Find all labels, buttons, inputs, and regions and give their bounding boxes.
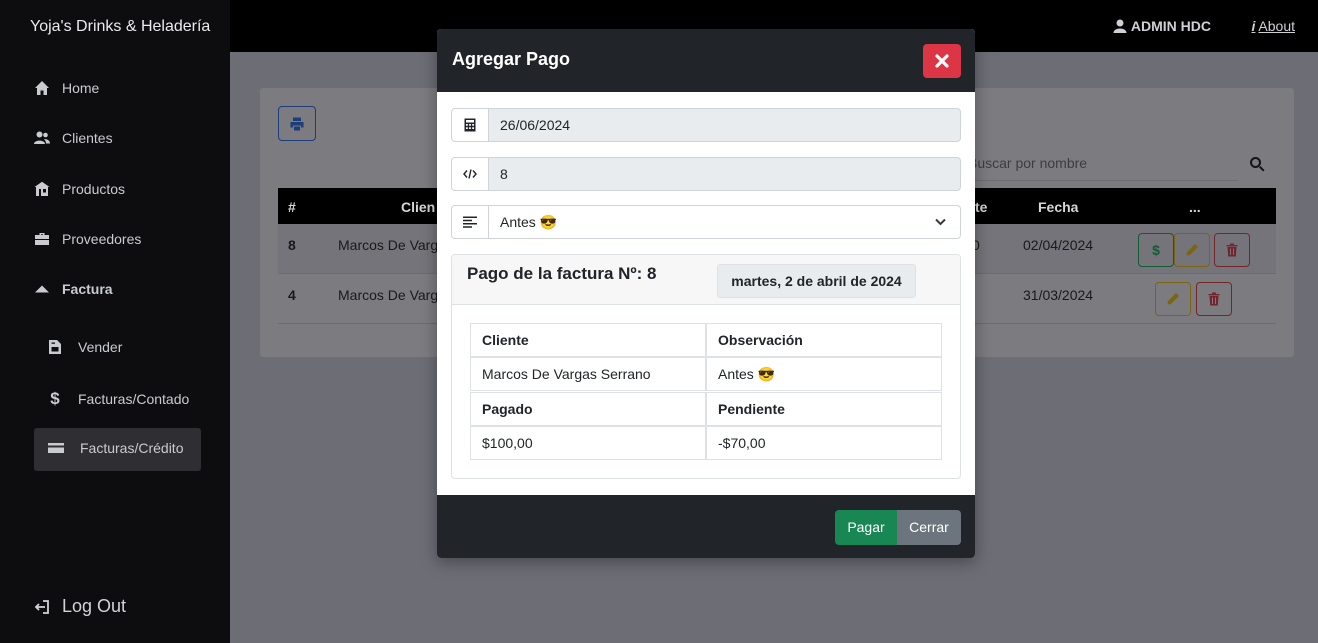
dollar-icon: $ xyxy=(1152,242,1160,258)
edit-button[interactable] xyxy=(1174,233,1210,267)
logout-icon xyxy=(34,599,49,614)
cell-num: 8 xyxy=(288,237,296,253)
user-menu[interactable]: ADMIN HDC xyxy=(1113,18,1211,34)
user-icon xyxy=(1113,19,1127,33)
sidebar-item-label: Clientes xyxy=(62,130,113,146)
code-icon xyxy=(451,157,489,191)
search-input[interactable]: Buscar por nombre xyxy=(968,155,1238,181)
sidebar-item-label: Home xyxy=(62,80,100,96)
sidebar-item-proveedores[interactable]: Proveedores xyxy=(34,231,141,247)
trash-icon xyxy=(1226,243,1238,257)
sidebar-item-home[interactable]: Home xyxy=(34,80,99,96)
store-icon xyxy=(34,181,50,196)
delete-button[interactable] xyxy=(1196,282,1232,316)
sidebar-item-facturas-contado[interactable]: $ Facturas/Contado xyxy=(48,389,189,409)
sidebar-item-label: Factura xyxy=(62,281,113,297)
calculator-icon xyxy=(451,108,489,142)
paid-header: Pagado xyxy=(470,392,706,426)
column-header-actions: ... xyxy=(1189,199,1201,215)
align-left-icon xyxy=(451,205,489,239)
dollar-icon: $ xyxy=(50,389,60,408)
credit-card-icon xyxy=(48,443,64,453)
cell-date: 31/03/2024 xyxy=(1023,287,1094,303)
edit-button[interactable] xyxy=(1155,282,1191,316)
trash-icon xyxy=(1208,292,1220,306)
invoice-code-field[interactable]: 8 xyxy=(489,157,961,191)
logout-label: Log Out xyxy=(62,596,127,616)
info-icon: i xyxy=(1251,18,1256,34)
sidebar-item-label: Vender xyxy=(78,339,123,355)
cell-client: Marcos De Varg xyxy=(338,287,439,303)
sidebar-item-productos[interactable]: Productos xyxy=(34,181,125,197)
cell-date: 02/04/2024 xyxy=(1023,237,1094,253)
sidebar-item-label: Proveedores xyxy=(62,231,142,247)
briefcase-icon xyxy=(35,233,49,245)
column-header-amount: te xyxy=(975,199,988,215)
pencil-icon xyxy=(1167,293,1179,305)
column-header-num: # xyxy=(288,199,296,215)
print-button[interactable] xyxy=(278,106,316,141)
search-icon[interactable] xyxy=(1249,156,1265,175)
client-header: Cliente xyxy=(470,323,706,357)
sidebar-item-facturas-credito[interactable]: Facturas/Crédito xyxy=(48,440,183,456)
observation-selected-value: Antes 😎 xyxy=(500,214,558,230)
pay-button[interactable]: Pagar xyxy=(835,510,897,545)
modal-title: Agregar Pago xyxy=(452,49,571,69)
add-payment-modal: Agregar Pago 26/06/2024 8 Antes 😎 Pago d… xyxy=(437,29,975,558)
invoice-summary-card: Pago de la factura Nº: 8 martes, 2 de ab… xyxy=(451,254,961,479)
column-header-client: Clien xyxy=(401,199,436,215)
sidebar-item-label: Facturas/Contado xyxy=(78,391,190,407)
payment-date-field[interactable]: 26/06/2024 xyxy=(489,108,961,142)
caret-up-icon xyxy=(35,285,49,293)
invoice-summary-header: Pago de la factura Nº: 8 martes, 2 de ab… xyxy=(452,255,960,305)
pencil-icon xyxy=(1186,244,1198,256)
observation-value: Antes 😎 xyxy=(706,357,942,391)
close-modal-button[interactable] xyxy=(923,44,961,78)
cell-num: 4 xyxy=(288,287,296,303)
print-icon xyxy=(290,117,304,130)
about-label: About xyxy=(1258,18,1295,34)
file-invoice-icon xyxy=(49,340,61,354)
modal-header: Agregar Pago xyxy=(437,29,975,92)
pending-header: Pendiente xyxy=(706,392,942,426)
modal-footer: Pagar Cerrar xyxy=(437,495,975,558)
column-header-date: Fecha xyxy=(1038,199,1079,215)
sidebar-item-label: Productos xyxy=(62,181,126,197)
close-icon xyxy=(935,54,949,68)
date-input-group: 26/06/2024 xyxy=(451,108,961,142)
about-link[interactable]: i About xyxy=(1252,18,1295,34)
observation-input-group: Antes 😎 xyxy=(451,205,961,239)
brand-title[interactable]: Yoja's Drinks & Heladería xyxy=(0,0,230,52)
sidebar-item-clientes[interactable]: Clientes xyxy=(34,130,113,146)
pending-value: -$70,00 xyxy=(706,426,942,460)
observation-header: Observación xyxy=(706,323,942,357)
cell-client: Marcos De Varg xyxy=(338,237,439,253)
invoice-date-badge: martes, 2 de abril de 2024 xyxy=(717,264,916,298)
client-value: Marcos De Vargas Serrano xyxy=(470,357,706,391)
logout-button[interactable]: Log Out xyxy=(34,596,126,617)
sidebar: Yoja's Drinks & Heladería Home Clientes … xyxy=(0,0,230,643)
sidebar-item-label: Facturas/Crédito xyxy=(80,440,184,456)
observation-select[interactable]: Antes 😎 xyxy=(489,205,961,239)
sidebar-item-factura[interactable]: Factura xyxy=(34,281,113,297)
invoice-title: Pago de la factura Nº: 8 xyxy=(467,264,657,283)
user-name: ADMIN HDC xyxy=(1130,18,1211,34)
sidebar-item-vender[interactable]: Vender xyxy=(48,339,122,355)
home-icon xyxy=(35,81,49,95)
cancel-button[interactable]: Cerrar xyxy=(897,510,961,545)
chevron-down-icon xyxy=(935,218,946,226)
paid-value: $100,00 xyxy=(470,426,706,460)
code-input-group: 8 xyxy=(451,157,961,191)
pay-action-button[interactable]: $ xyxy=(1138,233,1174,267)
users-icon xyxy=(34,131,50,144)
delete-button[interactable] xyxy=(1214,233,1250,267)
